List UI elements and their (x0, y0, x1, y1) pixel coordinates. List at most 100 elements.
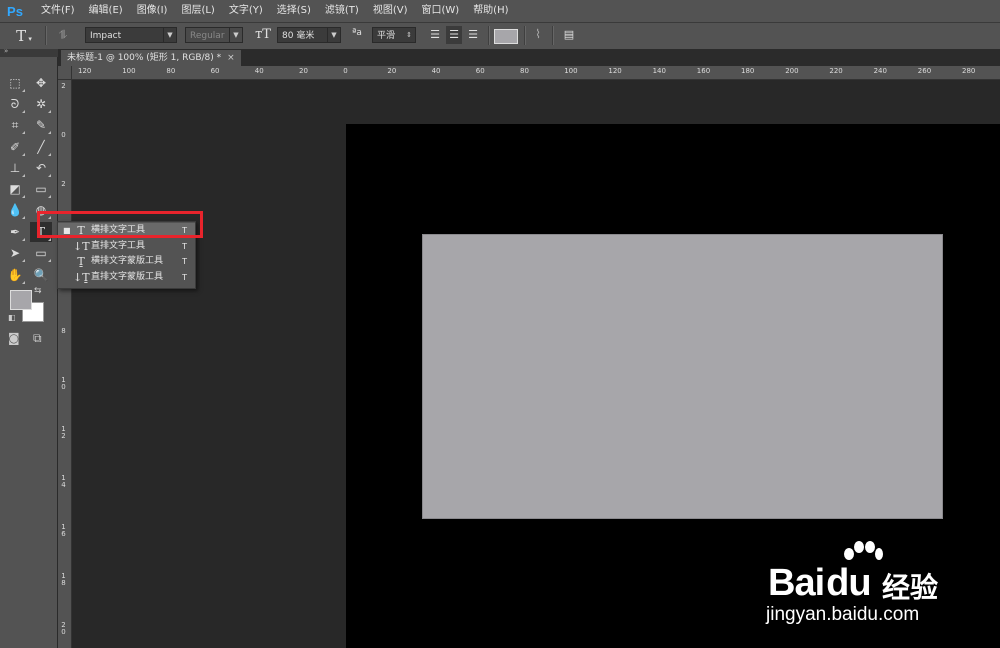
tools-panel: ⬚ ✥ ᘐ ✲ ⌗ ✎ ✐ ╱ ⊥ ↶ ◩ ▭ 💧 ◍ ✒ T ➤ ▭ ✋ 🔍 … (0, 57, 58, 648)
clone-stamp-tool[interactable]: ⊥ (4, 158, 26, 178)
ruler-left-label: 10 (61, 376, 66, 391)
font-size-select[interactable]: 80 毫米 ▼ (277, 27, 341, 43)
ruler-top-label: 60 (210, 67, 220, 75)
font-family-select[interactable]: Impact ▼ (85, 27, 177, 43)
ruler-top-label: 240 (873, 67, 887, 75)
antialias-value: 平滑 (377, 31, 396, 41)
quick-mask-icon[interactable]: ◙ (8, 331, 20, 345)
ruler-left-label: 2 (61, 82, 66, 90)
flyout-item-shortcut: T (182, 257, 187, 266)
menu-window[interactable]: 窗口(W) (414, 0, 466, 22)
watermark-brand-du: du (826, 562, 871, 604)
ruler-top-label: 20 (299, 67, 308, 75)
ruler-left-label: 18 (61, 572, 66, 587)
menu-filter[interactable]: 滤镜(T) (318, 0, 366, 22)
blur-tool[interactable]: 💧 (4, 200, 26, 220)
menu-help[interactable]: 帮助(H) (466, 0, 515, 22)
eraser-tool[interactable]: ◩ (4, 179, 26, 199)
font-style-select[interactable]: Regular ▼ (185, 27, 243, 43)
document-tab[interactable]: 未标题-1 @ 100% (矩形 1, RGB/8) * × (61, 50, 241, 66)
ruler-top-label: 20 (387, 67, 397, 75)
align-center-icon[interactable]: ☰ (446, 26, 462, 44)
swap-colors-icon[interactable]: ⇆ (34, 286, 42, 296)
vertical-ruler[interactable]: 202468101214161820 (58, 79, 72, 648)
flyout-item[interactable]: ↓T 直排文字工具 T (58, 239, 195, 254)
marquee-tool[interactable]: ⬚ (4, 73, 26, 93)
separator (488, 26, 490, 45)
zoom-tool[interactable]: 🔍 (30, 265, 52, 285)
menu-image[interactable]: 图像(I) (130, 0, 175, 22)
ruler-top-label: 120 (608, 67, 622, 75)
foreground-color-swatch[interactable] (10, 290, 32, 310)
ruler-top-label: 220 (829, 67, 843, 75)
ruler-top-label: 160 (696, 67, 711, 75)
rectangle-shape-layer[interactable] (422, 234, 943, 519)
ruler-left-label: 16 (61, 523, 66, 538)
separator (552, 26, 554, 45)
ruler-origin-corner[interactable] (58, 66, 72, 80)
magic-wand-icon: ✲ (35, 97, 47, 111)
brush-tool[interactable]: ╱ (30, 137, 52, 157)
hand-icon: ✋ (7, 268, 23, 282)
warp-text-icon[interactable]: ⌇ (530, 27, 546, 41)
default-colors-icon[interactable]: ◧ (8, 313, 16, 322)
ruler-top-label: 200 (785, 67, 799, 75)
flyout-item[interactable]: Ṯ 横排文字蒙版工具 T (58, 254, 195, 269)
menu-layer[interactable]: 图层(L) (174, 0, 221, 22)
healing-brush-tool[interactable]: ✐ (4, 137, 26, 157)
baidu-jingyan-watermark: Baidu 经验 jingyan.baidu.com (764, 540, 984, 630)
eyedropper-tool[interactable]: ✎ (30, 115, 52, 135)
font-size-value: 80 毫米 (282, 31, 315, 41)
flyout-item-label: 横排文字蒙版工具 (91, 256, 164, 266)
menu-view[interactable]: 视图(V) (366, 0, 415, 22)
align-right-icon[interactable]: ☰ (466, 28, 480, 41)
gradient-tool[interactable]: ▭ (30, 179, 52, 199)
lasso-tool[interactable]: ᘐ (4, 94, 26, 114)
magic-wand-tool[interactable]: ✲ (30, 94, 52, 114)
text-orientation-icon[interactable]: ⥮ (54, 28, 72, 43)
hand-tool[interactable]: ✋ (4, 265, 26, 285)
path-selection-tool[interactable]: ➤ (4, 243, 26, 263)
screen-mode-icon[interactable]: ⧉ (33, 331, 42, 346)
text-color-swatch[interactable] (494, 29, 518, 44)
menu-type[interactable]: 文字(Y) (222, 0, 270, 22)
horizontal-ruler[interactable]: 120 100 80 60 40 20 0 20 40 60 80 100 120 140 160 180 20… (58, 66, 1000, 80)
type-tool-preset-icon[interactable]: T ▾ (12, 27, 36, 45)
flyout-item-shortcut: T (182, 241, 187, 251)
menu-edit[interactable]: 编辑(E) (82, 0, 130, 22)
ruler-top-label: 100 (122, 67, 136, 75)
ruler-top-label: 260 (917, 67, 932, 75)
font-style-value: Regular (190, 31, 225, 41)
rectangle-tool[interactable]: ▭ (30, 243, 52, 263)
chevron-down-icon: ▼ (163, 28, 176, 42)
separator (45, 26, 47, 45)
move-tool[interactable]: ✥ (30, 73, 52, 93)
ruler-top-label: 80 (520, 67, 529, 75)
antialias-icon: ªa (352, 28, 362, 38)
document-tab-title: 未标题-1 @ 100% (矩形 1, RGB/8) * (67, 53, 222, 63)
watermark-brand: Baidu (768, 562, 872, 605)
ruler-left-label: 0 (61, 131, 66, 139)
crop-icon: ⌗ (11, 118, 19, 132)
panel-collapse-strip[interactable]: » (0, 47, 58, 57)
ruler-top-label: 40 (431, 67, 441, 75)
crop-tool[interactable]: ⌗ (4, 115, 26, 135)
close-icon[interactable]: × (227, 53, 235, 63)
ruler-left-label: 14 (61, 474, 66, 489)
history-brush-tool[interactable]: ↶ (30, 158, 52, 178)
separator (524, 26, 526, 45)
character-panel-icon[interactable]: ▤ (562, 28, 576, 41)
vertical-type-mask-icon: ↓Ṯ (73, 270, 90, 284)
flyout-item-label: 直排文字工具 (91, 240, 146, 251)
menu-select[interactable]: 选择(S) (270, 0, 318, 22)
gradient-icon: ▭ (35, 182, 47, 196)
menu-file[interactable]: 文件(F) (34, 0, 82, 22)
align-left-icon[interactable]: ☰ (428, 28, 442, 41)
zoom-magnifier-icon: 🔍 (33, 268, 49, 282)
ruler-top-label: 120 (78, 67, 92, 75)
chevron-down-icon: ▼ (327, 28, 340, 42)
blur-drop-icon: 💧 (7, 203, 23, 217)
pen-tool[interactable]: ✒ (4, 222, 26, 242)
antialias-select[interactable]: 平滑 ⇕ (372, 27, 416, 43)
flyout-item[interactable]: ↓Ṯ 直排文字蒙版工具 T (58, 270, 195, 285)
